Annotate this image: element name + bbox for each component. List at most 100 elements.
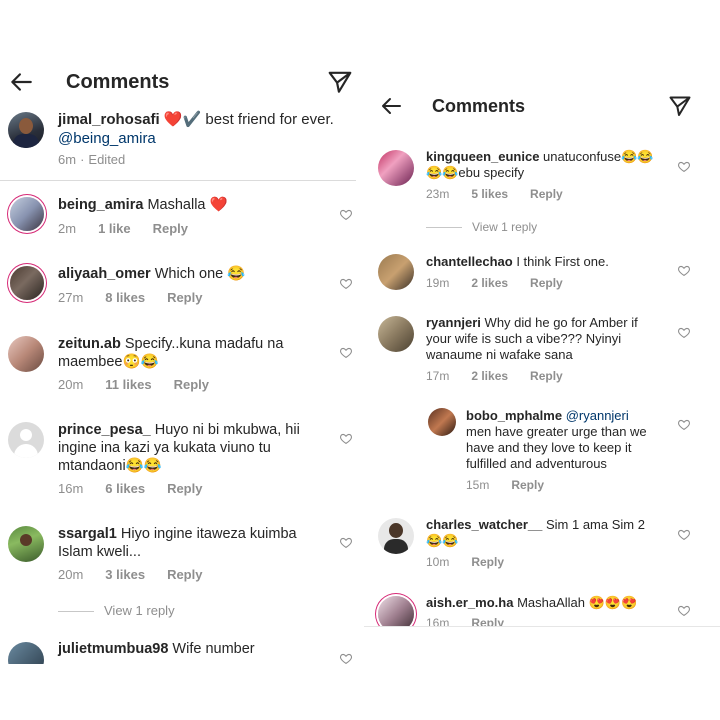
comment-text: kingqueen_eunice unatuconfuse😂😂😂😂ebu spe… <box>426 149 656 181</box>
heart-icon[interactable] <box>339 346 353 359</box>
comment-username[interactable]: aish.er_mo.ha <box>426 595 513 610</box>
comment-username[interactable]: aliyaah_omer <box>58 266 151 282</box>
comment-text: being_amira Mashalla ❤️ <box>58 197 318 214</box>
avatar[interactable] <box>378 316 414 352</box>
comment-time: 16m <box>58 481 84 496</box>
comment-time: 20m <box>58 377 84 392</box>
comment-username[interactable]: chantellechao <box>426 254 513 269</box>
avatar[interactable] <box>378 518 414 554</box>
like-count[interactable]: 2 likes <box>471 369 508 383</box>
caption-edited: Edited <box>88 152 126 167</box>
like-count[interactable]: 1 like <box>98 221 131 236</box>
avatar[interactable] <box>378 254 414 290</box>
view-replies-button[interactable]: View 1 reply <box>426 220 537 234</box>
left-comments-screen: Comments jimal_rohosafi ❤️✔️ best friend… <box>0 0 360 664</box>
avatar[interactable] <box>10 197 44 231</box>
comment-username[interactable]: being_amira <box>58 197 143 213</box>
reply-button[interactable]: Reply <box>471 555 504 569</box>
share-icon[interactable] <box>666 92 694 120</box>
heart-icon[interactable] <box>677 418 691 431</box>
heart-icon[interactable] <box>339 208 353 221</box>
caption-time: 6m <box>58 152 77 167</box>
comment-username[interactable]: zeitun.ab <box>58 336 121 352</box>
comment-username[interactable]: kingqueen_eunice <box>426 149 539 164</box>
avatar[interactable] <box>8 112 44 148</box>
reply-button[interactable]: Reply <box>167 481 202 496</box>
comment-username[interactable]: ssargal1 <box>58 526 117 542</box>
heart-icon[interactable] <box>677 326 691 339</box>
caption-mention[interactable]: @being_amira <box>58 130 156 147</box>
caption-username[interactable]: jimal_rohosafi <box>58 111 160 128</box>
comment-meta: 23m 5 likes Reply <box>426 187 585 201</box>
like-count[interactable]: 11 likes <box>105 377 151 392</box>
reply-button[interactable]: Reply <box>511 478 544 492</box>
comment-text: chantellechao I think First one. <box>426 254 656 270</box>
page-title: Comments <box>66 71 170 93</box>
comment-time: 2m <box>58 221 77 236</box>
heart-icon[interactable] <box>677 160 691 173</box>
like-count[interactable]: 2 likes <box>471 276 508 290</box>
avatar[interactable] <box>8 422 44 458</box>
header: Comments <box>364 86 720 126</box>
avatar[interactable] <box>10 266 44 300</box>
comment-text: charles_watcher__ Sim 1 ama Sim 2 😂😂 <box>426 517 656 549</box>
reply-button[interactable]: Reply <box>530 369 563 383</box>
comment-body: I think First one. <box>516 254 609 269</box>
comment-text: aish.er_mo.ha MashaAllah 😍😍😍 <box>426 595 656 611</box>
heart-icon[interactable] <box>339 277 353 290</box>
heart-icon[interactable] <box>677 528 691 541</box>
like-count[interactable]: 8 likes <box>105 290 145 305</box>
caption-text: jimal_rohosafi ❤️✔️ best friend for ever… <box>58 110 348 148</box>
comment-meta: 10m Reply <box>426 555 526 569</box>
comment-meta: 27m 8 likes Reply <box>58 290 224 305</box>
avatar[interactable] <box>8 642 44 664</box>
comment-username[interactable]: julietmumbua98 <box>58 641 168 657</box>
heart-icon[interactable] <box>677 604 691 617</box>
comment-text: zeitun.ab Specify..kuna madafu na maembe… <box>58 335 308 371</box>
avatar[interactable] <box>8 336 44 372</box>
comment-meta: 19m 2 likes Reply <box>426 276 585 290</box>
reply-button[interactable]: Reply <box>153 221 188 236</box>
avatar[interactable] <box>428 408 456 436</box>
reply-button[interactable]: Reply <box>167 567 202 582</box>
view-replies-button[interactable]: View 1 reply <box>58 603 175 618</box>
comment-meta: 17m 2 likes Reply <box>426 369 585 383</box>
back-arrow-icon[interactable] <box>6 67 36 97</box>
comment-mention[interactable]: @ryannjeri <box>566 408 629 423</box>
comment-meta: 2m 1 like Reply <box>58 221 210 236</box>
heart-icon[interactable] <box>339 432 353 445</box>
comment-text: bobo_mphalme @ryannjeri men have greater… <box>466 408 656 472</box>
reply-button[interactable]: Reply <box>530 276 563 290</box>
comment-time: 10m <box>426 555 450 569</box>
heart-icon[interactable] <box>677 264 691 277</box>
avatar[interactable] <box>378 596 414 626</box>
like-count[interactable]: 5 likes <box>471 187 508 201</box>
comment-body: men have greater urge than we have and t… <box>466 424 647 471</box>
heart-icon[interactable] <box>339 536 353 549</box>
comment-meta: 20m 11 likes Reply <box>58 377 231 392</box>
comment-username[interactable]: bobo_mphalme <box>466 408 562 423</box>
heart-icon[interactable] <box>339 652 353 664</box>
avatar[interactable] <box>378 150 414 186</box>
like-count[interactable]: 6 likes <box>105 481 145 496</box>
back-arrow-icon[interactable] <box>376 91 406 121</box>
reply-button[interactable]: Reply <box>530 187 563 201</box>
comment-meta: 16m Reply <box>426 616 526 627</box>
comment-username[interactable]: prince_pesa_ <box>58 422 151 438</box>
caption-meta: 6m · Edited <box>58 152 147 167</box>
avatar[interactable] <box>8 526 44 562</box>
page-title: Comments <box>432 96 526 116</box>
view-replies-label: View 1 reply <box>472 220 538 234</box>
comment-text: prince_pesa_ Huyo ni bi mkubwa, hii ingi… <box>58 421 320 475</box>
reply-button[interactable]: Reply <box>471 616 504 626</box>
share-icon[interactable] <box>326 68 354 96</box>
caption-emoji: ❤️✔️ <box>163 111 202 128</box>
comment-username[interactable]: charles_watcher__ <box>426 517 542 532</box>
like-count[interactable]: 3 likes <box>105 567 145 582</box>
comment-time: 17m <box>426 369 450 383</box>
reply-button[interactable]: Reply <box>174 377 209 392</box>
comment-username[interactable]: ryannjeri <box>426 315 481 330</box>
comment-time: 16m <box>426 616 450 627</box>
comment-text: aliyaah_omer Which one 😂 <box>58 266 318 283</box>
reply-button[interactable]: Reply <box>167 290 202 305</box>
